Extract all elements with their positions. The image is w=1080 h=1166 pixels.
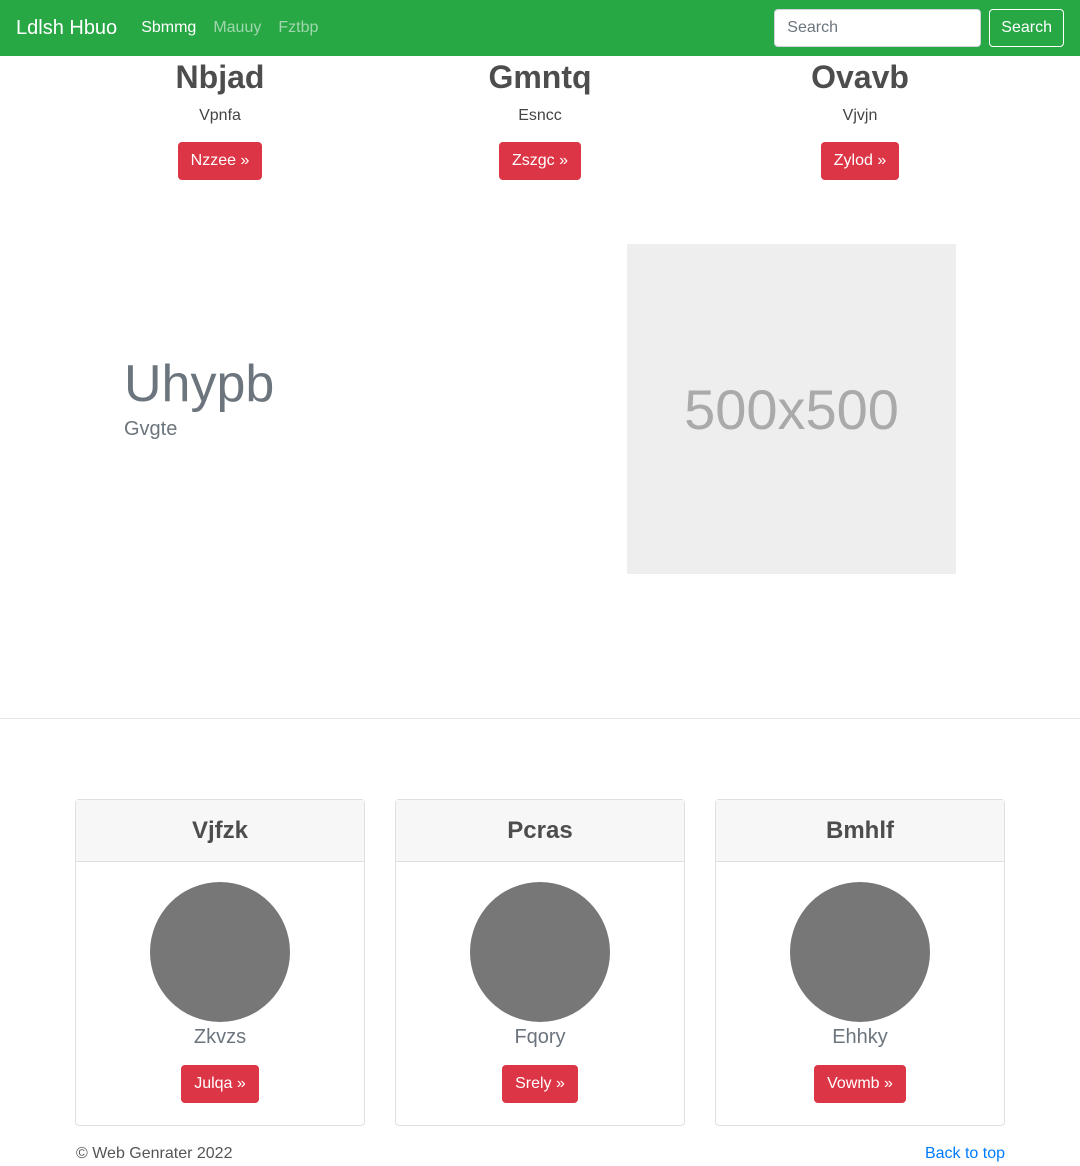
card-title: Vjfzk — [191, 816, 248, 844]
profile-card: Pcras Fqory Srely » — [395, 799, 685, 1126]
placeholder-image-label: 500x500 — [684, 377, 899, 441]
nav-link-mauuy[interactable]: Mauuy — [213, 19, 261, 37]
search-input[interactable] — [774, 9, 982, 47]
card-button[interactable]: Srely » — [502, 1065, 578, 1103]
feature-title: Gmntq — [488, 59, 592, 95]
card-header: Vjfzk — [76, 800, 364, 862]
hero-subtitle: Gvgte — [124, 418, 178, 440]
avatar — [790, 882, 930, 1022]
feature-column: Nbjad Vpnfa Nzzee » — [100, 56, 340, 181]
feature-text: Vjvjn — [842, 107, 878, 125]
hero-title: Uhypb — [124, 355, 275, 413]
navbar: Ldlsh Hbuo Sbmmg Mauuy Fztbp Search — [0, 0, 1080, 56]
card-header: Pcras — [396, 800, 684, 862]
nav-link-sbmmg[interactable]: Sbmmg — [141, 19, 196, 37]
card-name: Ehhky — [832, 1026, 888, 1048]
profile-card: Vjfzk Zkvzs Julqa » — [75, 799, 365, 1126]
feature-button[interactable]: Zylod » — [820, 142, 900, 181]
profile-card: Bmhlf Ehhky Vowmb » — [715, 799, 1005, 1126]
avatar — [470, 882, 610, 1022]
divider — [0, 718, 1080, 719]
avatar — [150, 882, 290, 1022]
search-form: Search — [774, 9, 1064, 47]
card-name: Fqory — [514, 1026, 566, 1048]
card-header: Bmhlf — [716, 800, 1004, 862]
card-body: Zkvzs Julqa » — [76, 882, 364, 1103]
feature-title: Nbjad — [175, 59, 265, 95]
placeholder-image: 500x500 — [627, 244, 956, 574]
back-to-top-link[interactable]: Back to top — [925, 1145, 1005, 1163]
feature-column: Gmntq Esncc Zszgc » — [420, 56, 660, 181]
card-button[interactable]: Vowmb » — [814, 1065, 906, 1103]
feature-text: Vpnfa — [199, 107, 241, 125]
nav-link-fztbp[interactable]: Fztbp — [278, 19, 318, 37]
card-body: Ehhky Vowmb » — [716, 882, 1004, 1103]
feature-title: Ovavb — [811, 59, 909, 95]
card-title: Pcras — [507, 816, 573, 844]
card-name: Zkvzs — [193, 1026, 247, 1048]
footer-copyright: © Web Genrater 2022 — [76, 1145, 233, 1162]
card-button[interactable]: Julqa » — [181, 1065, 259, 1103]
search-button[interactable]: Search — [989, 9, 1064, 47]
feature-column: Ovavb Vjvjn Zylod » — [740, 56, 980, 181]
brand-link[interactable]: Ldlsh Hbuo — [16, 17, 117, 40]
feature-text: Esncc — [518, 107, 562, 125]
feature-button[interactable]: Zszgc » — [498, 142, 581, 181]
card-title: Bmhlf — [826, 816, 894, 844]
card-body: Fqory Srely » — [396, 882, 684, 1103]
feature-button[interactable]: Nzzee » — [177, 142, 263, 181]
